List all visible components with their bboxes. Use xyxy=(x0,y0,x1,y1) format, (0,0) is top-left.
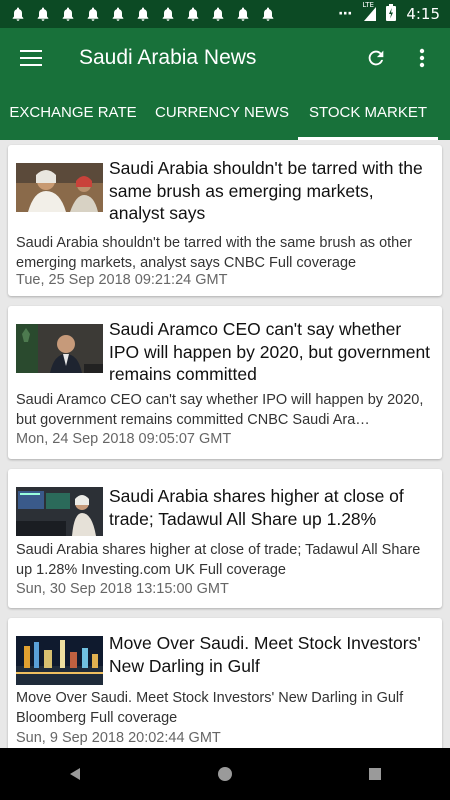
back-icon[interactable] xyxy=(45,754,105,794)
clock: 4:15 xyxy=(406,5,440,23)
bell-icon xyxy=(10,6,26,22)
app-title: Saudi Arabia News xyxy=(79,46,257,69)
network-type-label: LTE xyxy=(362,1,374,9)
menu-icon[interactable] xyxy=(20,50,42,66)
news-summary: Saudi Arabia shouldn't be tarred with th… xyxy=(16,235,413,271)
news-date: Sun, 9 Sep 2018 20:02:44 GMT xyxy=(16,730,221,746)
bell-icon xyxy=(185,6,201,22)
bell-icon xyxy=(235,6,251,22)
more-notifications-icon: ⋯ xyxy=(338,6,355,22)
news-summary: Move Over Saudi. Meet Stock Investors' N… xyxy=(16,690,404,726)
news-thumbnail xyxy=(16,163,103,212)
tab-bar: EXCHANGE RATE CURRENCY NEWS STOCK MARKET xyxy=(0,88,450,140)
news-thumbnail xyxy=(16,487,103,536)
news-card[interactable]: Saudi Arabia shares higher at close of t… xyxy=(8,469,442,608)
news-headline[interactable]: Saudi Arabia shares higher at close of t… xyxy=(109,485,432,530)
refresh-icon[interactable] xyxy=(364,46,388,70)
news-card[interactable]: Saudi Aramco CEO can't say whether IPO w… xyxy=(8,306,442,459)
notification-icons xyxy=(10,6,276,22)
bell-icon xyxy=(35,6,51,22)
news-card[interactable]: Move Over Saudi. Meet Stock Investors' N… xyxy=(8,618,442,748)
news-date: Mon, 24 Sep 2018 09:05:07 GMT xyxy=(16,431,232,447)
news-card[interactable]: Saudi Arabia shouldn't be tarred with th… xyxy=(8,145,442,296)
recents-icon[interactable] xyxy=(345,754,405,794)
bell-icon xyxy=(210,6,226,22)
bell-icon xyxy=(135,6,151,22)
tab-currency-news[interactable]: CURRENCY NEWS xyxy=(146,88,298,140)
tab-exchange-rate[interactable]: EXCHANGE RATE xyxy=(0,88,146,140)
app-bar: Saudi Arabia News xyxy=(0,28,450,88)
bell-icon xyxy=(60,6,76,22)
bell-icon xyxy=(85,6,101,22)
lte-signal-icon: LTE xyxy=(362,1,377,21)
bell-icon xyxy=(110,6,126,22)
bell-icon xyxy=(260,6,276,22)
news-thumbnail xyxy=(16,636,103,685)
bell-icon xyxy=(160,6,176,22)
news-summary: Saudi Arabia shares higher at close of t… xyxy=(16,542,421,578)
overflow-menu-icon[interactable] xyxy=(410,46,434,70)
home-icon[interactable] xyxy=(195,754,255,794)
news-list[interactable]: Saudi Arabia shouldn't be tarred with th… xyxy=(0,140,450,748)
news-headline[interactable]: Move Over Saudi. Meet Stock Investors' N… xyxy=(109,632,432,677)
news-thumbnail xyxy=(16,324,103,373)
news-date: Tue, 25 Sep 2018 09:21:24 GMT xyxy=(16,272,228,288)
news-headline[interactable]: Saudi Aramco CEO can't say whether IPO w… xyxy=(109,318,432,386)
news-summary: Saudi Aramco CEO can't say whether IPO w… xyxy=(16,392,424,428)
battery-icon xyxy=(386,3,397,25)
news-headline[interactable]: Saudi Arabia shouldn't be tarred with th… xyxy=(109,157,432,225)
system-nav-bar xyxy=(0,748,450,800)
news-date: Sun, 30 Sep 2018 13:15:00 GMT xyxy=(16,581,229,597)
status-bar: ⋯ LTE 4:15 xyxy=(0,0,450,28)
tab-stock-market[interactable]: STOCK MARKET xyxy=(298,88,438,140)
